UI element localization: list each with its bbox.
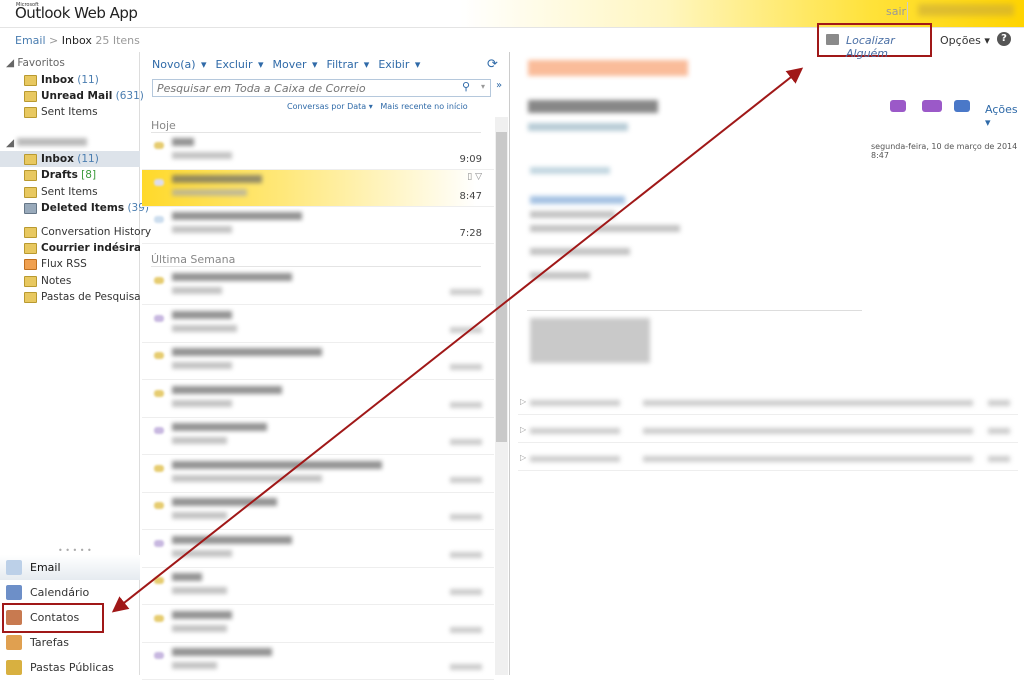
- annotation-arrow: [111, 67, 804, 613]
